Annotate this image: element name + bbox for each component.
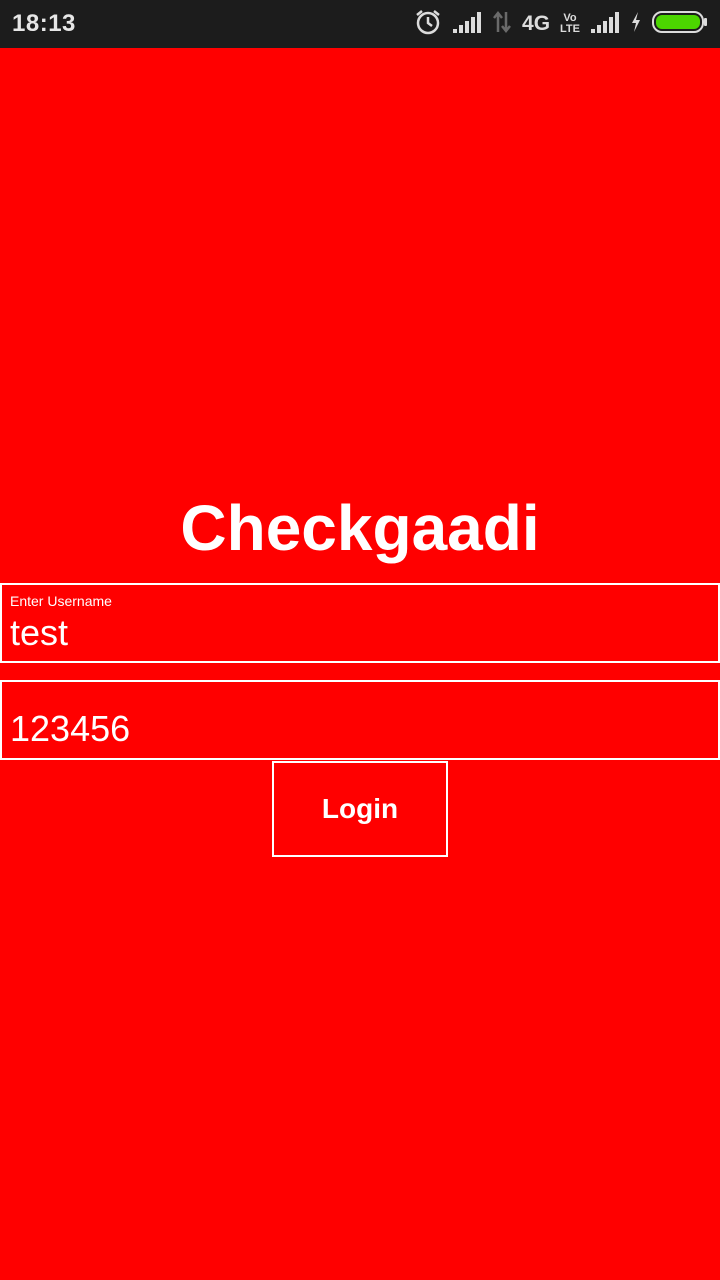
app-background (0, 48, 720, 1280)
app-title: Checkgaadi (180, 492, 540, 564)
status-bar: 18:13 4G Vo LTE (0, 0, 720, 48)
password-field[interactable]: 123456 (0, 680, 720, 760)
password-value: 123456 (10, 708, 131, 749)
volte-bottom-label: LTE (560, 23, 580, 35)
signal-icon (452, 11, 482, 38)
username-value: test (10, 612, 69, 653)
battery-icon (652, 10, 708, 39)
status-time: 18:13 (12, 10, 76, 37)
volte-icon: Vo LTE (560, 13, 580, 35)
network-type-label: 4G (522, 12, 551, 35)
username-label: Enter Username (10, 593, 112, 609)
status-icons: 4G Vo LTE (414, 8, 708, 40)
charging-icon (630, 11, 642, 38)
username-field[interactable]: Enter Username test (0, 583, 720, 663)
data-arrows-icon (492, 10, 512, 39)
login-button[interactable]: Login (272, 761, 448, 857)
signal-icon (590, 11, 620, 38)
alarm-icon (414, 8, 442, 41)
